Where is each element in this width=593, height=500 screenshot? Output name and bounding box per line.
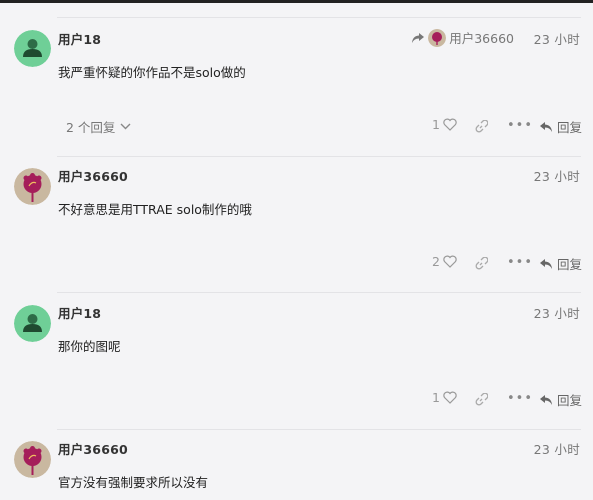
reply-label: 回复: [557, 393, 583, 408]
green-person-avatar-icon: [14, 305, 51, 342]
top-bar: [0, 0, 593, 3]
share-link-button[interactable]: [474, 392, 489, 411]
flower-avatar-icon: [14, 441, 51, 478]
post-content: 不好意思是用TTRAE solo制作的哦: [58, 202, 252, 217]
flower-avatar-icon: [428, 28, 447, 47]
divider: [57, 429, 581, 430]
post-time[interactable]: 23 小时: [534, 29, 580, 48]
link-icon: [475, 392, 489, 406]
reply-to-username: 用户36660: [449, 31, 514, 46]
replies-count: 2 个回复: [66, 120, 116, 135]
like-count: 2: [432, 254, 440, 269]
post-content: 那你的图呢: [58, 339, 121, 354]
reply-to-indicator[interactable]: 用户36660: [411, 28, 514, 47]
share-link-button[interactable]: [474, 256, 489, 275]
username[interactable]: 用户36660: [58, 439, 128, 458]
avatar[interactable]: [14, 30, 51, 67]
like-count: 1: [432, 117, 440, 132]
like-button[interactable]: 2: [432, 254, 457, 269]
avatar[interactable]: [14, 441, 51, 478]
like-count: 1: [432, 390, 440, 405]
avatar[interactable]: [14, 305, 51, 342]
more-options-button[interactable]: •••: [507, 255, 533, 270]
flower-avatar-icon: [14, 168, 51, 205]
post-actions: 2 ••• 回复: [0, 254, 593, 274]
reply-button[interactable]: 回复: [539, 117, 582, 136]
heart-icon: [443, 255, 457, 268]
link-icon: [475, 256, 489, 270]
username[interactable]: 用户36660: [58, 166, 128, 185]
reply-icon: [540, 121, 552, 132]
replies-toggle-button[interactable]: 2 个回复: [66, 117, 131, 136]
like-button[interactable]: 1: [432, 390, 457, 405]
post-actions: 1 ••• 回复: [0, 390, 593, 410]
heart-icon: [443, 118, 457, 131]
reply-label: 回复: [557, 120, 583, 135]
reply-icon: [540, 258, 552, 269]
more-options-button[interactable]: •••: [507, 118, 533, 133]
avatar[interactable]: [14, 168, 51, 205]
post-time[interactable]: 23 小时: [534, 439, 580, 458]
divider: [57, 156, 581, 157]
green-person-avatar-icon: [14, 30, 51, 67]
more-icon: •••: [507, 391, 534, 406]
more-icon: •••: [507, 255, 534, 270]
post-time[interactable]: 23 小时: [534, 166, 580, 185]
reply-icon: [540, 394, 552, 405]
more-options-button[interactable]: •••: [507, 391, 533, 406]
heart-icon: [443, 391, 457, 404]
reply-button[interactable]: 回复: [539, 254, 582, 273]
like-button[interactable]: 1: [432, 117, 457, 132]
post-content: 官方没有强制要求所以没有: [58, 475, 209, 490]
chevron-down-icon: [120, 123, 131, 130]
reply-button[interactable]: 回复: [539, 390, 582, 409]
more-icon: •••: [507, 118, 534, 133]
reply-arrow-icon: [412, 32, 425, 43]
reply-to-avatar: [428, 28, 447, 47]
post-content: 我严重怀疑的你作品不是solo做的: [58, 65, 246, 80]
link-icon: [475, 119, 489, 133]
username[interactable]: 用户18: [58, 29, 101, 48]
divider: [57, 17, 581, 18]
reply-label: 回复: [557, 257, 583, 272]
share-link-button[interactable]: [474, 119, 489, 138]
username[interactable]: 用户18: [58, 303, 101, 322]
divider: [57, 292, 581, 293]
post-time[interactable]: 23 小时: [534, 303, 580, 322]
post-actions: 2 个回复 1 ••• 回复: [0, 117, 593, 137]
